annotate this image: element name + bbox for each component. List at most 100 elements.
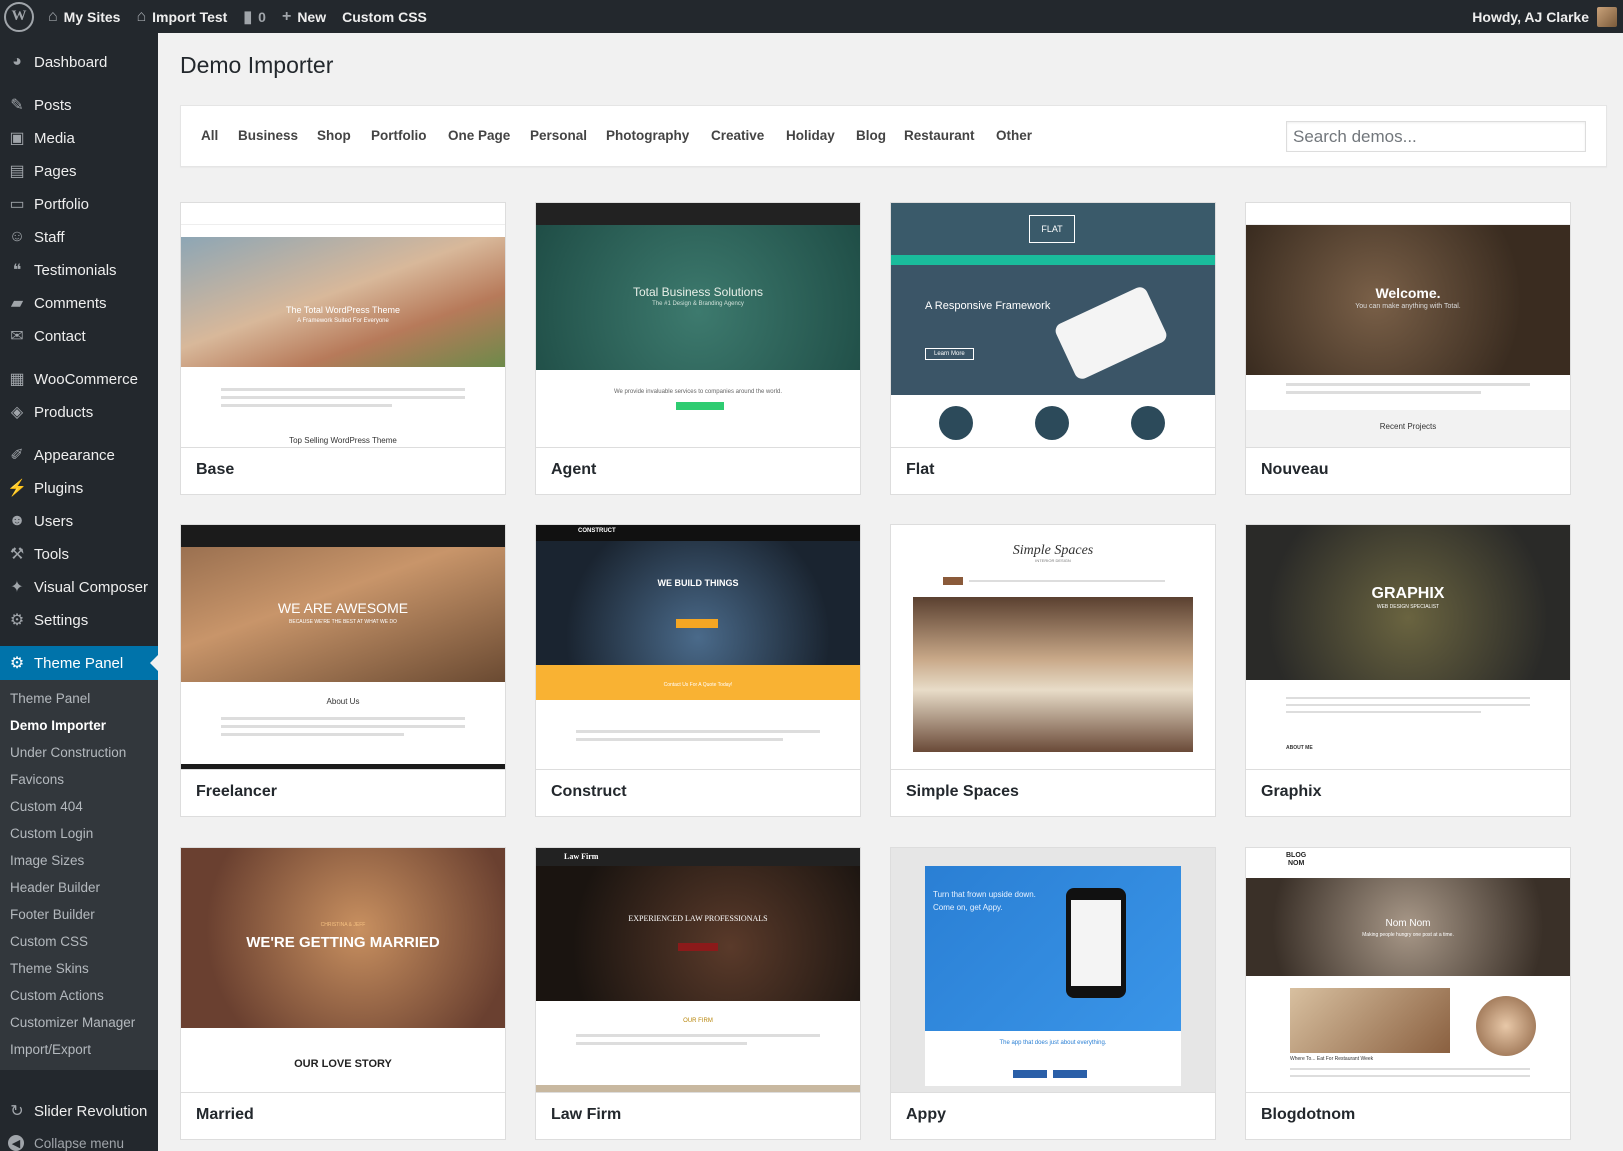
demo-card-construct[interactable]: CONSTRUCT WE BUILD THINGS Contact Us For… (535, 524, 861, 817)
my-sites-link[interactable]: ⌂ My Sites (40, 0, 128, 33)
demo-card-freelancer[interactable]: WE ARE AWESOME BECAUSE WE'RE THE BEST AT… (180, 524, 506, 817)
menu-slider-revolution[interactable]: ↻ Slider Revolution (0, 1094, 158, 1128)
filter-shop[interactable]: Shop (317, 128, 351, 143)
menu-dashboard[interactable]: ◕ Dashboard (0, 45, 158, 79)
menu-staff[interactable]: ☺ Staff (0, 220, 158, 254)
menu-woocommerce[interactable]: ▦ WooCommerce (0, 362, 158, 396)
submenu-custom-login[interactable]: Custom Login (10, 826, 93, 841)
demo-preview-image: Simple Spaces INTERIOR DESIGN (891, 525, 1215, 770)
demo-headline: A Responsive Framework (925, 300, 1051, 312)
filter-photography[interactable]: Photography (606, 128, 689, 143)
submenu-image-sizes[interactable]: Image Sizes (10, 853, 84, 868)
demo-card-appy[interactable]: Turn that frown upside down. Come on, ge… (890, 847, 1216, 1140)
filter-portfolio[interactable]: Portfolio (371, 128, 427, 143)
account-menu[interactable]: Howdy, AJ Clarke (1464, 0, 1589, 33)
collapse-arrow-icon: ◀ (8, 1135, 24, 1151)
filter-one-page[interactable]: One Page (448, 128, 510, 143)
filter-blog[interactable]: Blog (856, 128, 886, 143)
comments-link[interactable]: ▮ 0 (235, 0, 274, 33)
submenu-favicons[interactable]: Favicons (10, 772, 64, 787)
demo-headline: WE ARE AWESOME (277, 600, 409, 616)
demo-card-base[interactable]: The Total WordPress Theme A Framework Su… (180, 202, 506, 495)
demo-name: Agent (551, 461, 597, 478)
demo-card-simple-spaces[interactable]: Simple Spaces INTERIOR DESIGN Simple Spa… (890, 524, 1216, 817)
demo-preview-image: GRAPHIX WEB DESIGN SPECIALIST ABOUT ME (1246, 525, 1570, 770)
pages-icon: ▤ (9, 163, 25, 180)
menu-tools[interactable]: ⚒ Tools (0, 537, 158, 571)
demo-caption: ABOUT ME (1286, 745, 1313, 751)
demo-preview-image: Law Firm EXPERIENCED LAW PROFESSIONALS O… (536, 848, 860, 1093)
demo-card-agent[interactable]: Total Business Solutions The #1 Design &… (535, 202, 861, 495)
menu-settings[interactable]: ⚙ Settings (0, 603, 158, 637)
filter-holiday[interactable]: Holiday (786, 128, 835, 143)
menu-comments[interactable]: ▰ Comments (0, 286, 158, 320)
demo-name: Nouveau (1261, 461, 1329, 478)
products-icon: ◈ (10, 404, 24, 421)
demo-preview-image: Turn that frown upside down. Come on, ge… (891, 848, 1215, 1093)
demo-caption: We provide invaluable services to compan… (614, 389, 782, 395)
menu-pages[interactable]: ▤ Pages (0, 154, 158, 188)
wordpress-logo-icon[interactable]: W (4, 1, 34, 32)
admin-sidebar: ◕ Dashboard ✎ Posts ▣ Media ▤ Pages ▭ Portfol… (0, 33, 158, 1151)
demo-caption: The app that does just about everything. (999, 1040, 1107, 1046)
submenu-customizer-manager[interactable]: Customizer Manager (10, 1015, 135, 1030)
demo-subheadline: You can make anything with Total. (1355, 303, 1461, 310)
submenu-custom-404[interactable]: Custom 404 (10, 799, 83, 814)
avatar[interactable] (1597, 6, 1617, 27)
menu-portfolio[interactable]: ▭ Portfolio (0, 187, 158, 221)
new-content-link[interactable]: + New (274, 0, 334, 33)
filter-personal[interactable]: Personal (530, 128, 587, 143)
demo-caption: Recent Projects (1379, 422, 1437, 431)
demo-headline: Total Business Solutions (632, 285, 764, 299)
demo-caption: Top Selling WordPress Theme (289, 436, 397, 445)
custom-css-link[interactable]: Custom CSS (334, 0, 435, 33)
demo-caption: OUR FIRM (683, 1018, 713, 1024)
demo-card-married[interactable]: CHRISTINA & JEFF WE'RE GETTING MARRIED O… (180, 847, 506, 1140)
submenu-demo-importer[interactable]: Demo Importer (10, 718, 106, 733)
demo-name: Flat (906, 461, 935, 478)
submenu-footer-builder[interactable]: Footer Builder (10, 907, 95, 922)
menu-products[interactable]: ◈ Products (0, 395, 158, 429)
filter-business[interactable]: Business (238, 128, 298, 143)
demo-headline: EXPERIENCED LAW PROFESSIONALS (628, 914, 768, 923)
menu-media[interactable]: ▣ Media (0, 121, 158, 155)
demo-card-law-firm[interactable]: Law Firm EXPERIENCED LAW PROFESSIONALS O… (535, 847, 861, 1140)
filter-all[interactable]: All (201, 128, 218, 143)
demo-headline: WE BUILD THINGS (657, 578, 739, 588)
demo-card-nouveau[interactable]: Welcome. You can make anything with Tota… (1245, 202, 1571, 495)
menu-plugins[interactable]: ⚡ Plugins (0, 471, 158, 505)
menu-theme-panel[interactable]: ⚙ Theme Panel (0, 646, 158, 680)
site-name-link[interactable]: ⌂ Import Test (128, 0, 235, 33)
menu-testimonials[interactable]: ❝ Testimonials (0, 253, 158, 287)
demo-subheadline: Law Firm (564, 852, 599, 861)
menu-visual-composer[interactable]: ✦ Visual Composer (0, 570, 158, 604)
search-demos-input[interactable] (1286, 121, 1586, 152)
submenu-theme-panel[interactable]: Theme Panel (10, 691, 90, 706)
demo-card-graphix[interactable]: GRAPHIX WEB DESIGN SPECIALIST ABOUT ME G… (1245, 524, 1571, 817)
demo-name: Freelancer (196, 783, 277, 800)
menu-posts[interactable]: ✎ Posts (0, 88, 158, 122)
submenu-header-builder[interactable]: Header Builder (10, 880, 100, 895)
refresh-icon: ↻ (10, 1103, 24, 1120)
filter-restaurant[interactable]: Restaurant (904, 128, 975, 143)
testimonials-icon: ❝ (12, 262, 22, 279)
filter-creative[interactable]: Creative (711, 128, 764, 143)
menu-contact[interactable]: ✉ Contact (0, 319, 158, 353)
demo-name: Base (196, 461, 235, 478)
menu-users[interactable]: ☻ Users (0, 504, 158, 538)
submenu-custom-css[interactable]: Custom CSS (10, 934, 88, 949)
demo-card-flat[interactable]: FLAT A Responsive Framework Learn More F… (890, 202, 1216, 495)
submenu-under-construction[interactable]: Under Construction (10, 745, 126, 760)
demo-hero-image (913, 597, 1193, 752)
submenu-theme-skins[interactable]: Theme Skins (10, 961, 89, 976)
demo-card-blogdotnom[interactable]: BLOG NOM Nom Nom Making people hungry one… (1245, 847, 1571, 1140)
filter-other[interactable]: Other (996, 128, 1032, 143)
submenu-custom-actions[interactable]: Custom Actions (10, 988, 104, 1003)
collapse-menu-button[interactable]: ◀ Collapse menu (8, 1135, 124, 1151)
demo-filter-bar: All Business Shop Portfolio One Page Per… (180, 105, 1607, 167)
menu-appearance[interactable]: ✐ Appearance (0, 438, 158, 472)
submenu-import-export[interactable]: Import/Export (10, 1042, 91, 1057)
demo-preview-image: Total Business Solutions The #1 Design &… (536, 203, 860, 448)
demo-headline: The Total WordPress Theme (285, 305, 401, 315)
demo-headline: Welcome. (1375, 285, 1441, 301)
